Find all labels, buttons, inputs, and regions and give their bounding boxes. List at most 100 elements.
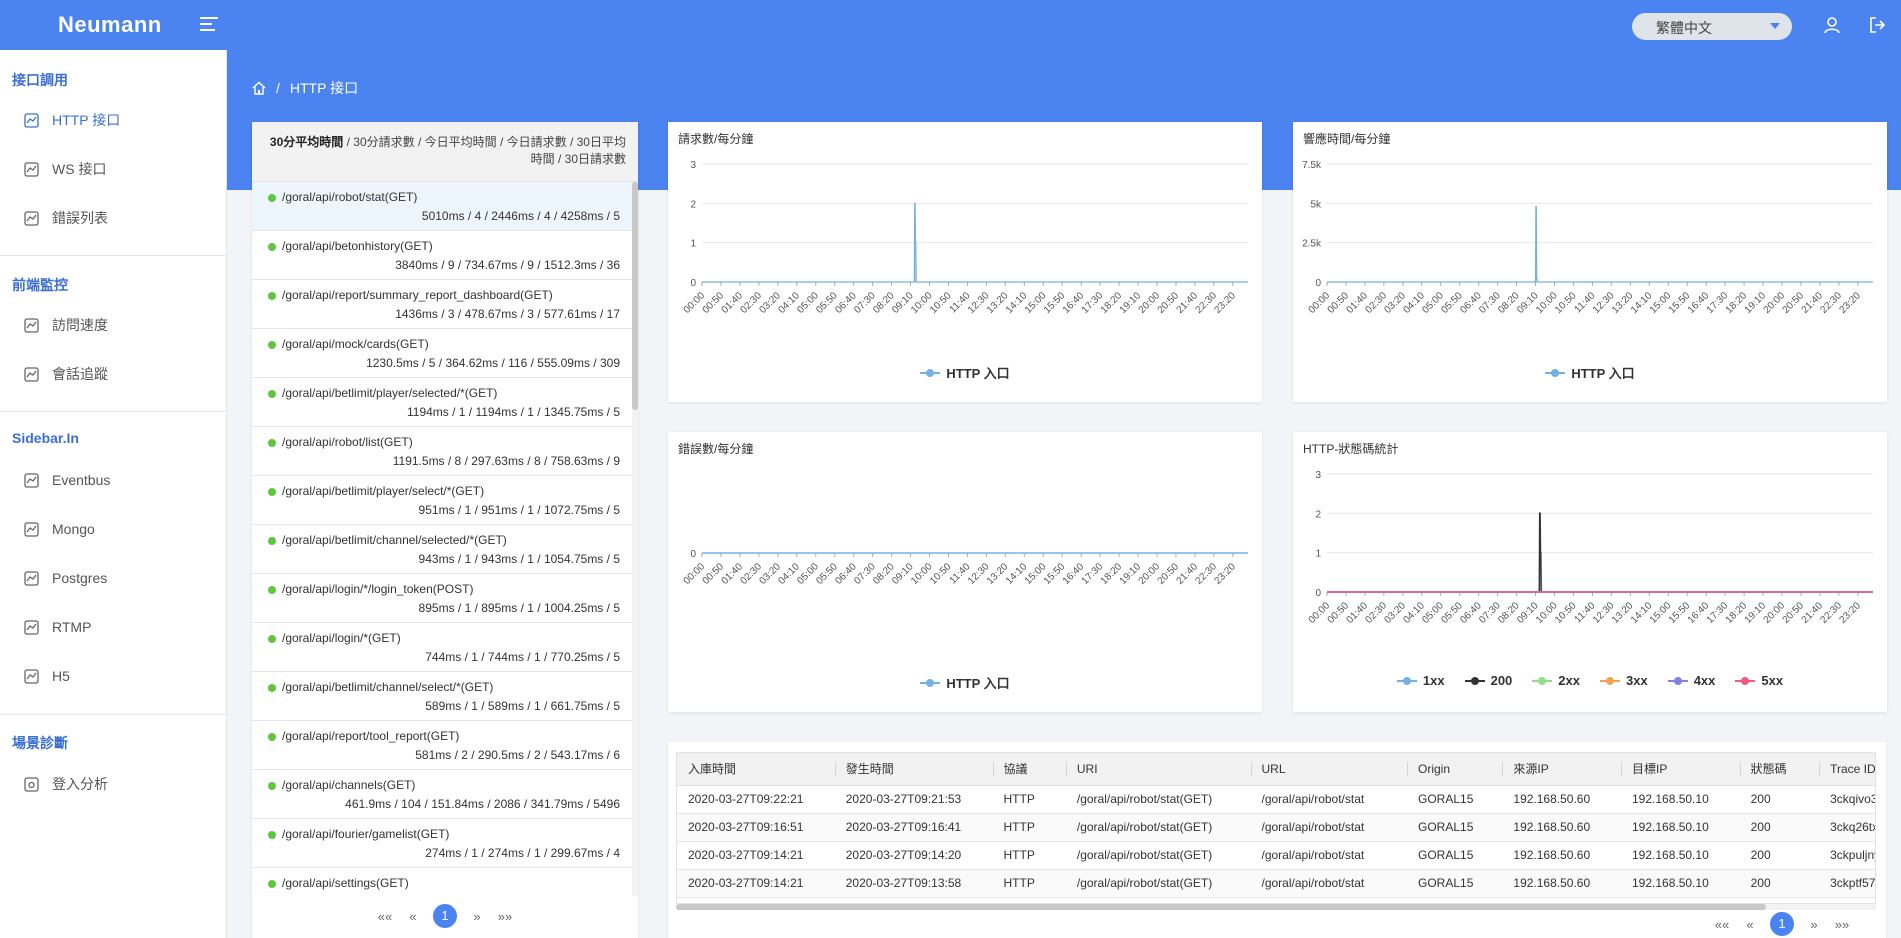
table-horizontal-scrollbar[interactable] — [676, 904, 1876, 910]
page-next-button[interactable]: » — [1800, 917, 1828, 932]
legend-marker-icon — [1396, 676, 1417, 686]
endpoint-list-panel: 30分平均時間 / 30分請求數 / 今日平均時間 / 今日請求數 / 30日平… — [252, 122, 638, 938]
sidebar-item-access-speed[interactable]: 訪問速度 — [24, 313, 108, 337]
page-current-button[interactable]: 1 — [1770, 912, 1794, 936]
requests-per-minute-chart: 請求數/每分鐘 3 2 1 0 00:00 00:50 01:40 02:30 03:20 04:… — [668, 122, 1262, 402]
legend-item[interactable]: 4xx — [1667, 673, 1715, 688]
endpoint-list-item[interactable]: /goral/api/betlimit/player/select/*(GET)… — [252, 476, 632, 525]
endpoint-list-item[interactable]: /goral/api/robot/stat(GET) 5010ms / 4 / 2… — [252, 182, 632, 231]
table-cell: 2020-03-27T09:13:58 — [834, 869, 993, 898]
legend-item[interactable]: 2xx — [1532, 673, 1580, 688]
endpoint-list-item[interactable]: /goral/api/report/tool_report(GET) 581ms … — [252, 721, 632, 770]
legend-item[interactable]: 1xx — [1396, 673, 1445, 688]
sidebar-item-login-analysis[interactable]: 登入分析 — [24, 772, 108, 796]
endpoint-list-scrollbar[interactable] — [632, 182, 638, 896]
page-prev-button[interactable]: « — [399, 909, 427, 924]
column-header[interactable]: URI — [1065, 753, 1251, 786]
chart-plot: 7.5k5k2.5k000:0000:5001:4002:3003:2004:1… — [1302, 160, 1873, 316]
legend-item[interactable]: 5xx — [1735, 673, 1783, 688]
sidebar-item-label: 會話追蹤 — [52, 366, 108, 382]
endpoint-path: /goral/api/betlimit/channel/selected/*(G… — [282, 533, 507, 547]
legend-marker-icon — [1600, 676, 1620, 686]
logout-icon[interactable] — [1868, 16, 1886, 34]
sidebar-item-rtmp[interactable]: RTMP — [24, 615, 91, 639]
column-header[interactable]: 狀態碼 — [1739, 753, 1820, 786]
page-first-button[interactable]: «« — [1708, 917, 1736, 932]
legend-item[interactable]: HTTP 入口 — [920, 363, 1010, 382]
language-select[interactable]: 繁體中文 — [1632, 13, 1792, 40]
dashboard-icon — [24, 112, 39, 128]
sidebar-item-ws[interactable]: WS 接口 — [24, 157, 106, 181]
sidebar-item-postgres[interactable]: Postgres — [24, 566, 107, 590]
sidebar-item-eventbus[interactable]: Eventbus — [24, 468, 110, 492]
status-ok-dot — [268, 880, 276, 888]
endpoint-list-header: 30分平均時間 / 30分請求數 / 今日平均時間 / 今日請求數 / 30日平… — [252, 122, 638, 182]
home-icon[interactable] — [252, 81, 266, 95]
scrollbar-thumb[interactable] — [632, 182, 638, 410]
table-row[interactable]: 2020-03-27T09:14:21 2020-03-27T09:13:58 HT… — [677, 869, 1875, 898]
page-current-button[interactable]: 1 — [433, 904, 457, 928]
column-header[interactable]: 入庫時間 — [677, 753, 835, 786]
page-last-button[interactable]: »» — [491, 909, 519, 924]
sidebar-item-h5[interactable]: H5 — [24, 664, 70, 688]
endpoint-list-item[interactable]: /goral/api/fourier/gamelist(GET) 274ms / … — [252, 819, 632, 868]
user-icon[interactable] — [1823, 16, 1841, 34]
legend-item[interactable]: HTTP 入口 — [920, 673, 1010, 692]
column-header[interactable]: 發生時間 — [834, 753, 993, 786]
table-row[interactable]: 2020-03-27T09:22:21 2020-03-27T09:21:53 HT… — [677, 785, 1875, 814]
legend-label: 3xx — [1626, 673, 1648, 688]
table-row[interactable]: 2020-03-27T09:16:51 2020-03-27T09:16:41 HT… — [677, 813, 1875, 842]
legend-label: 1xx — [1422, 673, 1445, 688]
endpoint-path: /goral/api/robot/list(GET) — [282, 435, 413, 449]
series-area — [1327, 206, 1873, 282]
endpoint-path: /goral/api/channels(GET) — [282, 778, 416, 792]
page-next-button[interactable]: » — [463, 909, 491, 924]
legend-marker-icon — [1532, 676, 1553, 686]
table-cell: /goral/api/robot/stat(GET) — [1065, 841, 1251, 870]
dashboard-icon — [24, 619, 39, 635]
sidebar-section-frontend: 前端監控 — [12, 277, 68, 293]
sidebar-item-errors[interactable]: 錯誤列表 — [24, 206, 108, 230]
dashboard-icon — [24, 161, 39, 177]
column-header[interactable]: Trace ID — [1819, 753, 1875, 786]
y-tick-label: 2.5k — [1302, 239, 1322, 250]
page-prev-button[interactable]: « — [1736, 917, 1764, 932]
legend-item[interactable]: 200 — [1464, 673, 1512, 688]
sidebar-item-http[interactable]: HTTP 接口 — [24, 108, 120, 132]
column-header[interactable]: 協議 — [992, 753, 1066, 786]
page-first-button[interactable]: «« — [371, 909, 399, 924]
endpoint-list-item[interactable]: /goral/api/report/summary_report_dashboa… — [252, 280, 632, 329]
status-ok-dot — [268, 390, 276, 398]
endpoint-list-item[interactable]: /goral/api/mock/cards(GET) 1230.5ms / 5 /… — [252, 329, 632, 378]
column-header[interactable]: 目標IP — [1621, 753, 1740, 786]
table-row[interactable]: 2020-03-27T09:14:21 2020-03-27T09:14:20 HT… — [677, 841, 1875, 870]
brand-logo[interactable]: Neumann — [58, 12, 162, 38]
language-select-value: 繁體中文 — [1656, 20, 1712, 36]
endpoint-path: /goral/api/login/*(GET) — [282, 631, 401, 645]
scrollbar-thumb[interactable] — [676, 904, 1766, 910]
endpoint-list-item[interactable]: /goral/api/login/*(GET) 744ms / 1 / 744ms… — [252, 623, 632, 672]
sidebar-item-mongo[interactable]: Mongo — [24, 517, 95, 541]
menu-toggle-icon[interactable] — [200, 17, 218, 33]
top-header: Neumann 繁體中文 — [0, 0, 1901, 50]
column-header[interactable]: Origin — [1407, 753, 1503, 786]
table-cell: 200 — [1739, 813, 1820, 842]
endpoint-list-item[interactable]: /goral/api/channels(GET) 461.9ms / 104 / … — [252, 770, 632, 819]
endpoint-list-item[interactable]: /goral/api/betlimit/player/selected/*(GE… — [252, 378, 632, 427]
list-header-sort-key[interactable]: 30分平均時間 — [270, 135, 343, 149]
endpoint-list-item[interactable]: /goral/api/betlimit/channel/selected/*(G… — [252, 525, 632, 574]
legend-item[interactable]: 3xx — [1600, 673, 1648, 688]
page-last-button[interactable]: »» — [1828, 917, 1856, 932]
column-header[interactable]: 來源IP — [1502, 753, 1621, 786]
endpoint-list-item[interactable]: /goral/api/settings(GET) — [252, 868, 632, 896]
legend-item[interactable]: HTTP 入口 — [1545, 363, 1635, 382]
endpoint-list-item[interactable]: /goral/api/robot/list(GET) 1191.5ms / 8 /… — [252, 427, 632, 476]
endpoint-list-item[interactable]: /goral/api/login/*/login_token(POST) 895m… — [252, 574, 632, 623]
dashboard-icon — [24, 570, 39, 586]
column-header[interactable]: URL — [1250, 753, 1408, 786]
table-body: 2020-03-27T09:22:21 2020-03-27T09:21:53 HT… — [677, 785, 1875, 898]
endpoint-list-item[interactable]: /goral/api/betlimit/channel/select/*(GET… — [252, 672, 632, 721]
endpoint-list-item[interactable]: /goral/api/betonhistory(GET) 3840ms / 9 /… — [252, 231, 632, 280]
sidebar-item-session-trace[interactable]: 會話追蹤 — [24, 362, 108, 386]
list-header-columns: / 30分請求數 / 今日平均時間 / 今日請求數 / 30日平均時間 / 30… — [343, 135, 626, 166]
